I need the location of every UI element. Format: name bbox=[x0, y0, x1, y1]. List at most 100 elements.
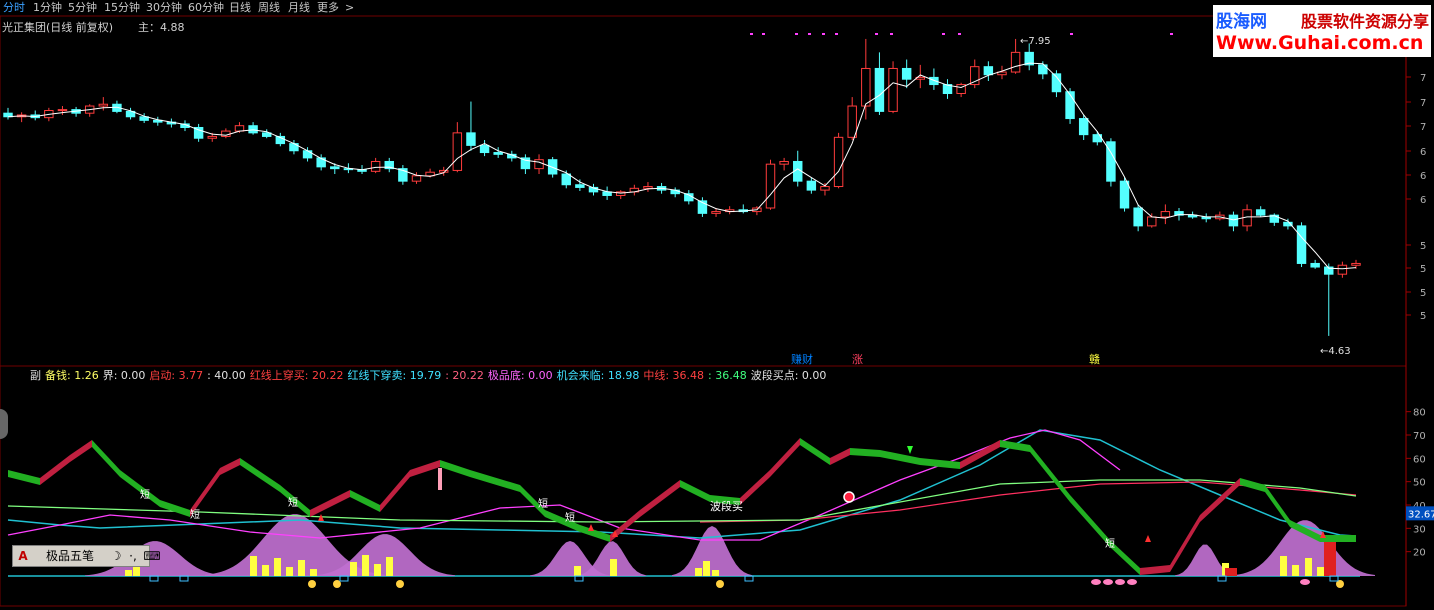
short-signal-label: 短 bbox=[565, 511, 575, 524]
lips-marker-icon bbox=[1091, 579, 1101, 585]
candle-body bbox=[466, 132, 476, 146]
lips-marker-icon bbox=[1115, 579, 1125, 585]
toolbox-button[interactable]: 极品五笔 bbox=[33, 548, 107, 564]
volume-bar bbox=[350, 562, 357, 576]
toolbox-button[interactable]: A bbox=[15, 548, 31, 564]
hand-marker-icon bbox=[308, 580, 316, 588]
red-bar bbox=[1225, 568, 1237, 576]
sub-tick-label: 60 bbox=[1413, 454, 1426, 465]
candle-body bbox=[575, 184, 585, 188]
oscillator-band bbox=[40, 455, 70, 485]
candle-body bbox=[302, 150, 313, 159]
price-tick-label: 7 bbox=[1420, 73, 1426, 84]
price-tick-label: 5 bbox=[1420, 311, 1426, 322]
toolbox-button[interactable]: ·, bbox=[125, 548, 141, 564]
oscillator-band bbox=[8, 470, 40, 485]
candle-body bbox=[1255, 209, 1266, 216]
oscillator-band bbox=[850, 448, 880, 457]
candle-body bbox=[765, 163, 776, 209]
candle-body bbox=[370, 160, 381, 172]
candle-body bbox=[248, 125, 258, 134]
signal-dot bbox=[762, 33, 765, 35]
sub-tick-label: 70 bbox=[1413, 431, 1426, 442]
volume-bar bbox=[286, 567, 293, 576]
indicator-value: 机会来临: 18.98 bbox=[556, 369, 640, 382]
panel-collapse-handle[interactable] bbox=[0, 409, 8, 439]
oscillator-band bbox=[740, 470, 770, 505]
oscillator-band bbox=[770, 438, 800, 477]
price-tick-label: 7 bbox=[1420, 122, 1426, 133]
lips-marker-icon bbox=[1127, 579, 1137, 585]
toolbox-button[interactable]: ⌨ bbox=[143, 548, 161, 564]
signal-dot bbox=[822, 33, 825, 35]
volume-bar bbox=[250, 556, 257, 576]
oscillator-band bbox=[220, 458, 240, 475]
candle-body bbox=[411, 175, 422, 182]
high-price-label: ←7.95 bbox=[1020, 36, 1051, 47]
current-value-label: 32.67 bbox=[1408, 509, 1434, 520]
lips-marker-icon bbox=[1300, 579, 1310, 585]
indicator-value: 副 bbox=[30, 369, 41, 382]
candle-body bbox=[874, 67, 885, 112]
indicator-value: 启动: 3.77 bbox=[149, 369, 204, 382]
candle-body bbox=[57, 109, 68, 112]
signal-tag: 赚财 bbox=[791, 352, 813, 366]
price-tick-label: 6 bbox=[1420, 147, 1426, 158]
candle-body bbox=[602, 191, 612, 196]
price-tick-label: 5 bbox=[1420, 288, 1426, 299]
oscillator-band bbox=[240, 458, 280, 492]
up-arrow-icon bbox=[588, 524, 594, 531]
signal-tag: 赣 bbox=[1089, 352, 1100, 366]
oscillator-band bbox=[1200, 478, 1240, 522]
volume-bar bbox=[310, 569, 317, 576]
kline-chart[interactable]: 7776665555←7.95←4.63赚财涨赣8070605040302032… bbox=[0, 0, 1434, 610]
indicator-value: : 36.48 bbox=[708, 369, 747, 382]
candle-body bbox=[1228, 214, 1239, 227]
oscillator-band bbox=[1320, 535, 1356, 542]
candle-body bbox=[779, 160, 789, 165]
oscillator-band bbox=[1030, 445, 1070, 502]
signal-dot bbox=[942, 33, 945, 35]
candle-body bbox=[561, 173, 571, 186]
moving-average-line bbox=[7, 62, 1357, 270]
sub-indicator-legend: 副备钱: 1.26 界: 0.00 启动: 3.77: 40.00 红线上穿买: 20… bbox=[30, 367, 830, 383]
marker-bar bbox=[438, 468, 442, 490]
oscillator-band bbox=[1140, 565, 1170, 575]
low-price-label: ←4.63 bbox=[1320, 346, 1351, 357]
oscillator-band bbox=[1070, 495, 1110, 547]
candle-body bbox=[493, 152, 503, 155]
signal-dot bbox=[795, 33, 798, 35]
oscillator-band bbox=[310, 490, 350, 517]
candle-body bbox=[98, 103, 109, 107]
candle-body bbox=[1351, 262, 1361, 266]
volume-bar bbox=[695, 568, 702, 576]
volume-bar bbox=[610, 559, 617, 576]
signal-dot bbox=[1070, 33, 1073, 35]
volume-bar bbox=[1317, 567, 1324, 576]
candle-body bbox=[452, 132, 463, 171]
toolbox-button[interactable]: ☽ bbox=[109, 548, 123, 564]
indicator-value: 界: 0.00 bbox=[102, 369, 146, 382]
indicator-value: : 20.22 bbox=[445, 369, 484, 382]
candle-body bbox=[207, 135, 217, 139]
candle-body bbox=[1296, 225, 1307, 264]
oscillator-band bbox=[830, 448, 850, 465]
oscillator-band bbox=[880, 450, 920, 465]
oscillator-band bbox=[470, 470, 520, 492]
candle-body bbox=[1147, 216, 1157, 227]
candle-body bbox=[888, 67, 898, 112]
oscillator-band bbox=[92, 440, 120, 477]
volume-bar bbox=[374, 564, 381, 576]
candle-body bbox=[806, 180, 817, 191]
lips-marker-icon bbox=[1103, 579, 1113, 585]
volume-bar bbox=[125, 570, 132, 576]
input-method-bar[interactable]: A 极品五笔 ☽ ·, ⌨ bbox=[12, 545, 161, 567]
candle-body bbox=[438, 169, 449, 173]
candle-body bbox=[833, 136, 844, 188]
volume-bar bbox=[298, 560, 305, 576]
down-arrow-icon bbox=[907, 446, 913, 454]
marker-circle bbox=[843, 491, 855, 503]
signal-dot bbox=[808, 33, 811, 35]
oscillator-band bbox=[120, 470, 160, 507]
price-tick-label: 5 bbox=[1420, 264, 1426, 275]
